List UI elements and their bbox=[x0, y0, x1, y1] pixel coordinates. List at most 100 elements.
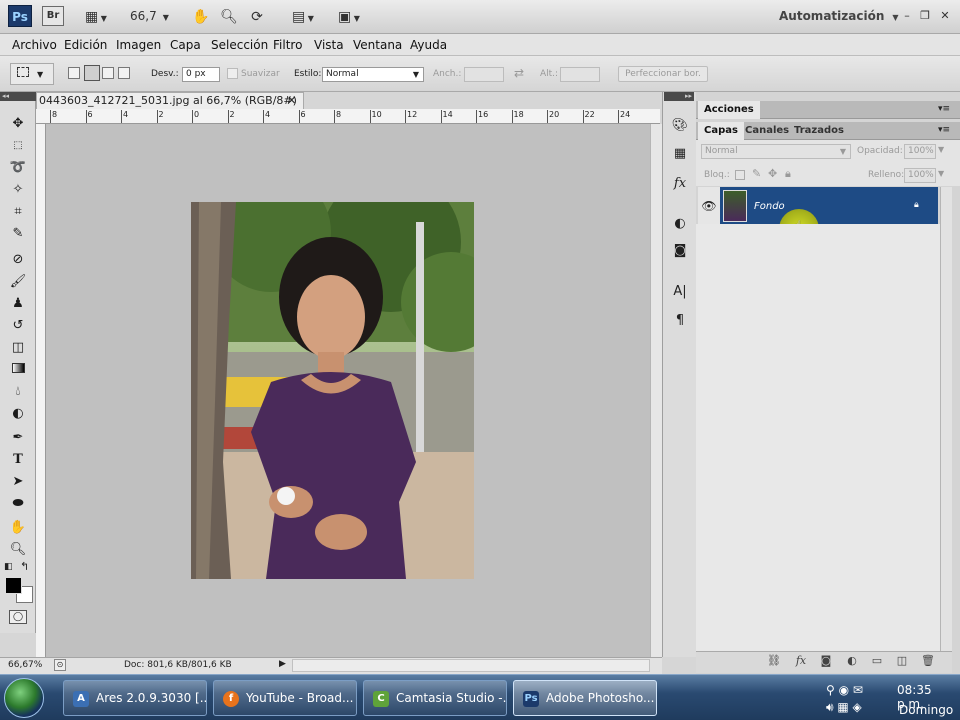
dodge-tool-icon[interactable]: ◐ bbox=[8, 404, 28, 424]
history-brush-tool-icon[interactable]: ↺ bbox=[8, 316, 28, 336]
quick-selection-tool-icon[interactable]: ✧ bbox=[8, 180, 28, 200]
volume-icon[interactable]: 🔊︎ ▦ ◈ bbox=[826, 700, 862, 715]
swatches-panel-icon[interactable]: ▦ bbox=[670, 144, 690, 164]
menu-archivo[interactable]: Archivo bbox=[12, 38, 57, 52]
photo-image[interactable] bbox=[191, 202, 474, 579]
layer-row-fondo[interactable] bbox=[720, 187, 938, 225]
hand-tool-icon[interactable]: ✋ bbox=[8, 518, 28, 538]
layer-style-icon[interactable]: fx bbox=[793, 653, 809, 669]
width-input[interactable] bbox=[464, 67, 504, 82]
tab-canales[interactable]: Canales bbox=[739, 122, 795, 140]
task-photoshop[interactable]: Ps Adobe Photosho... bbox=[513, 680, 657, 716]
antialias-checkbox[interactable] bbox=[227, 68, 238, 79]
zoom-level-menu[interactable]: 66,7 ▼ bbox=[130, 9, 169, 23]
status-menu-arrow-icon[interactable]: ▶ bbox=[279, 659, 286, 669]
adjustment-layer-icon[interactable]: ◐ bbox=[844, 653, 860, 669]
lock-all-icon[interactable]: 🔒︎ bbox=[785, 167, 791, 181]
character-panel-icon[interactable]: A| bbox=[670, 282, 690, 302]
tab-trazados[interactable]: Trazados bbox=[788, 122, 850, 140]
default-colors-icon[interactable]: ◧ bbox=[4, 562, 13, 572]
layers-scrollbar[interactable] bbox=[940, 187, 952, 651]
intersect-selection-icon[interactable] bbox=[118, 67, 130, 79]
start-button[interactable] bbox=[4, 678, 44, 718]
refine-edge-button[interactable]: Perfeccionar bor. bbox=[618, 66, 708, 82]
fill-input[interactable]: 100% bbox=[904, 168, 936, 183]
vertical-ruler[interactable] bbox=[36, 124, 46, 659]
chevron-down-icon[interactable]: ▼ bbox=[938, 169, 944, 178]
menu-vista[interactable]: Vista bbox=[314, 38, 344, 52]
canvas-horizontal-scrollbar[interactable] bbox=[292, 659, 650, 672]
tools-collapse-handle[interactable]: ◂◂ bbox=[0, 92, 36, 101]
clone-stamp-tool-icon[interactable]: ♟ bbox=[8, 294, 28, 314]
view-extras-menu[interactable]: ▦ ▼ bbox=[78, 7, 114, 27]
lasso-tool-icon[interactable]: ➰ bbox=[8, 158, 28, 178]
move-tool-icon[interactable]: ✥ bbox=[8, 114, 28, 134]
task-camtasia[interactable]: C Camtasia Studio -... bbox=[363, 680, 507, 716]
zoom-status[interactable]: 66,67% bbox=[8, 660, 42, 670]
link-layers-icon[interactable]: ⛓ bbox=[766, 653, 782, 669]
dock-collapse-handle[interactable]: ▸▸ bbox=[664, 92, 694, 101]
system-tray-icons[interactable]: ⚲ ◉ ✉ bbox=[826, 683, 863, 697]
subtract-from-selection-icon[interactable] bbox=[102, 67, 114, 79]
tool-preset-picker[interactable]: ▼ bbox=[10, 63, 54, 85]
document-tab[interactable]: 0443603_412721_5031.jpg al 66,7% (RGB/8#… bbox=[36, 92, 304, 109]
shape-tool-icon[interactable]: ⬬ bbox=[8, 494, 28, 514]
zoom-tool-icon[interactable]: 🔍︎ bbox=[8, 540, 28, 560]
zoom-tool-icon[interactable]: 🔍︎ bbox=[218, 7, 240, 27]
feather-input[interactable]: 0 px bbox=[182, 67, 220, 82]
healing-brush-tool-icon[interactable]: ⊘ bbox=[8, 250, 28, 270]
foreground-color-swatch[interactable] bbox=[5, 577, 22, 594]
eraser-tool-icon[interactable]: ◫ bbox=[8, 338, 28, 358]
minimize-button[interactable]: – bbox=[899, 8, 915, 24]
opacity-input[interactable]: 100% bbox=[904, 144, 936, 159]
layer-visibility-eye-icon[interactable]: 👁︎ bbox=[698, 187, 720, 225]
menu-filtro[interactable]: Filtro bbox=[273, 38, 302, 52]
lock-pixels-icon[interactable]: ✎ bbox=[752, 167, 761, 180]
style-select[interactable]: Normal ▼ bbox=[322, 67, 424, 82]
menu-ventana[interactable]: Ventana bbox=[353, 38, 402, 52]
masks-panel-icon[interactable]: ◙ bbox=[670, 241, 690, 261]
actions-panel-menu-icon[interactable]: ▾≡ bbox=[938, 104, 950, 114]
type-tool-icon[interactable]: T bbox=[8, 450, 28, 470]
delete-layer-icon[interactable]: 🗑︎ bbox=[920, 653, 936, 669]
new-selection-icon[interactable] bbox=[68, 67, 80, 79]
swap-colors-icon[interactable]: ↰ bbox=[20, 560, 29, 573]
marquee-tool-icon[interactable]: ⬚ bbox=[8, 136, 28, 156]
tab-acciones[interactable]: Acciones bbox=[698, 101, 760, 119]
bridge-launch-button[interactable]: Br bbox=[42, 6, 64, 26]
pen-tool-icon[interactable]: ✒ bbox=[8, 428, 28, 448]
restore-button[interactable]: ❐ bbox=[917, 8, 933, 24]
task-youtube[interactable]: f YouTube - Broad... bbox=[213, 680, 357, 716]
task-ares[interactable]: A Ares 2.0.9.3030 [... bbox=[63, 680, 207, 716]
status-options-icon[interactable]: ⊙ bbox=[54, 659, 66, 671]
tab-capas[interactable]: Capas bbox=[698, 122, 744, 140]
canvas-vertical-scrollbar[interactable] bbox=[650, 124, 662, 657]
height-input[interactable] bbox=[560, 67, 600, 82]
swap-dimensions-icon[interactable]: ⇄ bbox=[514, 66, 524, 80]
screen-mode-menu[interactable]: ▣ ▼ bbox=[332, 7, 366, 27]
close-button[interactable]: ✕ bbox=[937, 8, 953, 24]
styles-panel-icon[interactable]: fx bbox=[670, 174, 690, 194]
path-selection-tool-icon[interactable]: ➤ bbox=[8, 472, 28, 492]
lock-position-icon[interactable]: ✥ bbox=[768, 167, 777, 180]
blur-tool-icon[interactable]: 💧︎ bbox=[8, 382, 28, 402]
brush-tool-icon[interactable]: 🖌︎ bbox=[8, 272, 28, 292]
arrange-documents-menu[interactable]: ▤ ▼ bbox=[286, 7, 320, 27]
blend-mode-select[interactable]: Normal ▼ bbox=[701, 144, 851, 159]
new-group-icon[interactable]: ▭ bbox=[869, 653, 885, 669]
horizontal-ruler[interactable]: 8 6 4 2 0 2 4 6 8 10 12 14 16 18 20 22 24 bbox=[36, 109, 660, 124]
clock-day[interactable]: Domingo bbox=[899, 703, 953, 717]
hand-tool-icon[interactable]: ✋ bbox=[190, 7, 212, 27]
rotate-view-icon[interactable]: ⟳ bbox=[246, 7, 268, 27]
chevron-down-icon[interactable]: ▼ bbox=[938, 145, 944, 154]
workspace-switcher[interactable]: Automatización ▼ bbox=[779, 9, 899, 23]
add-mask-icon[interactable]: ◙ bbox=[818, 653, 834, 669]
eyedropper-tool-icon[interactable]: ✎ bbox=[8, 224, 28, 244]
menu-capa[interactable]: Capa bbox=[170, 38, 201, 52]
layer-name[interactable]: Fondo bbox=[754, 201, 785, 212]
menu-seleccion[interactable]: Selección bbox=[211, 38, 268, 52]
paragraph-panel-icon[interactable]: ¶ bbox=[670, 311, 690, 331]
gradient-tool-icon[interactable] bbox=[8, 360, 28, 380]
quick-mask-icon[interactable]: ◯ bbox=[9, 610, 27, 624]
crop-tool-icon[interactable]: ⌗ bbox=[8, 202, 28, 222]
